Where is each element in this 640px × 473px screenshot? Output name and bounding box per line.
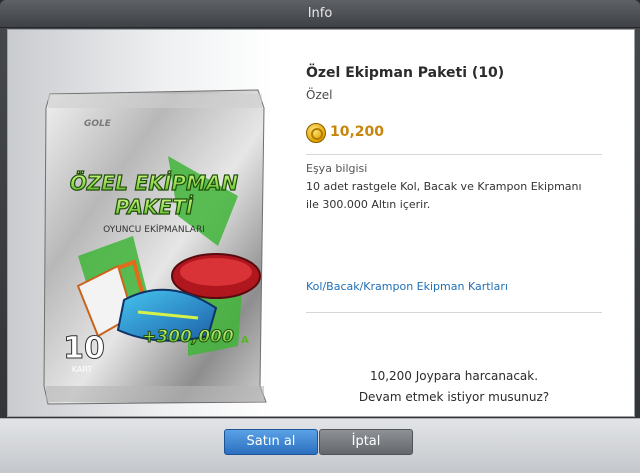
pack-bonus: +300,000 [142,327,234,347]
divider [306,312,602,313]
divider [306,154,602,155]
package-illustration: GOLE ÖZEL EKİPMAN PAKETİ OYUNCU EKİPMANL… [43,89,267,405]
pack-title-line1: ÖZEL EKİPMAN [70,171,239,195]
item-info-label: Eşya bilgisi [306,162,368,175]
buy-button[interactable]: Satın al [224,429,318,455]
pack-count: 10 [63,331,105,366]
confirm-line1: 10,200 Joypara harcanacak. [369,369,539,383]
equipment-cards-link[interactable]: Kol/Bacak/Krampon Ekipman Kartları [306,280,508,293]
pack-subtitle: OYUNCU EKİPMANLARI [103,224,205,235]
item-category: Özel [306,88,333,102]
pack-logo: GOLE [84,119,112,129]
item-description: 10 adet rastgele Kol, Bacak ve Krampon E… [306,178,606,214]
cancel-button[interactable]: İptal [319,429,413,455]
confirm-message: 10,200 Joypara harcanacak. Devam etmek i… [306,366,602,408]
pack-bonus-unit: A [241,335,249,346]
dialog-title: Info [0,0,640,28]
info-dialog: Info GOLE ÖZEL EKİPMAN PAKETİ OYUNCU EKİ… [0,0,640,473]
item-description-line2: ile 300.000 Altın içerir. [306,198,431,211]
item-price: 10,200 [330,124,385,140]
confirm-line2: Devam etmek istiyor musunuz? [358,390,550,404]
pack-count-label: KART [72,365,93,374]
package-image: GOLE ÖZEL EKİPMAN PAKETİ OYUNCU EKİPMANL… [38,86,270,408]
item-description-line1: 10 adet rastgele Kol, Bacak ve Krampon E… [306,180,582,193]
coin-icon [306,123,326,143]
dialog-content: GOLE ÖZEL EKİPMAN PAKETİ OYUNCU EKİPMANL… [7,29,635,417]
pack-title-line2: PAKETİ [115,195,194,219]
dialog-footer: Satın al İptal [0,418,640,473]
item-name: Özel Ekipman Paketi (10) [306,65,505,81]
